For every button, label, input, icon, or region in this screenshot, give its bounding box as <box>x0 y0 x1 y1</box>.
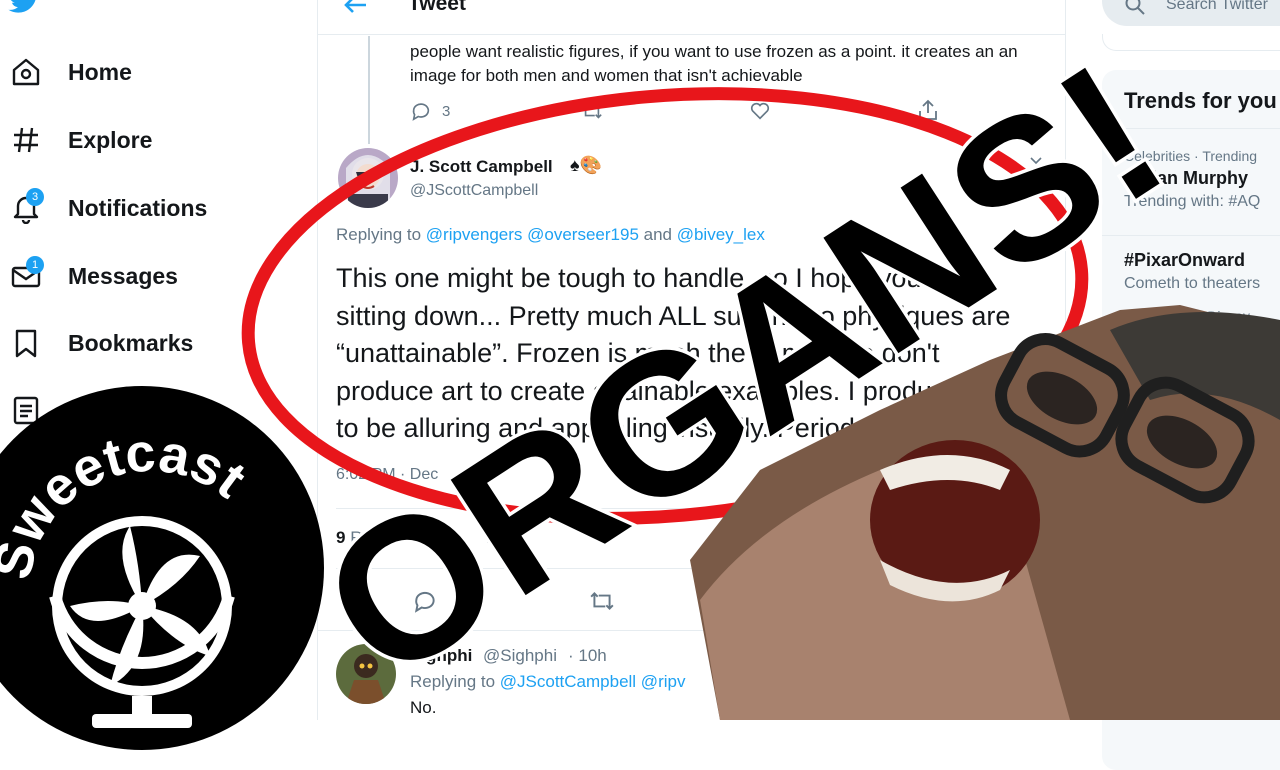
reply-button[interactable] <box>412 588 448 614</box>
divider <box>1102 235 1280 236</box>
messages-badge: 1 <box>26 256 44 274</box>
right-sidebar: Search Twitter Trends for you Celebritie… <box>1066 0 1280 770</box>
divider <box>318 630 1065 631</box>
sidebar-item-label: Home <box>68 58 132 85</box>
author-name-emoji: ♠🎨 <box>570 155 602 175</box>
trends-title: Trends for you <box>1124 88 1277 113</box>
search-results-edge <box>1102 34 1280 51</box>
tweet-stats: 9 Retweets Likes <box>336 528 526 548</box>
retweet-button[interactable] <box>580 100 614 122</box>
heart-icon <box>750 102 770 120</box>
retweet-count[interactable]: 9 <box>336 528 345 547</box>
retweet-icon <box>590 592 614 610</box>
sidebar-item-label: Bookmarks <box>68 329 194 356</box>
sidebar-item-label: Messages <box>68 262 178 289</box>
reply-author-handle[interactable]: @Sighphi <box>483 646 557 666</box>
retweet-button[interactable] <box>588 588 626 614</box>
sidebar-item-label: Notifications <box>68 194 208 221</box>
divider <box>336 568 1046 569</box>
sweetcast-logo: Sweetcast <box>0 386 324 750</box>
page-title: Tweet <box>408 0 466 15</box>
sidebar-item-label: Explore <box>68 126 153 153</box>
previous-tweet-text: people want realistic figures, if you wa… <box>410 42 1018 85</box>
home-icon <box>10 56 42 88</box>
notification-badge: 3 <box>26 188 44 206</box>
trends-panel: Trends for you Celebrities · Trending Ci… <box>1102 70 1280 770</box>
reply-button[interactable]: 3 <box>410 100 450 122</box>
thread-line <box>368 36 370 144</box>
likes-label[interactable]: Likes <box>486 528 526 547</box>
promoted-label: Promoted by Disney <box>1124 308 1250 324</box>
sidebar-item-explore[interactable]: Explore <box>10 120 152 160</box>
replying-to: Replying to @ripvengers @overseer195 and… <box>336 225 765 245</box>
twitter-logo-icon[interactable] <box>4 0 44 23</box>
retweet-icon <box>582 103 602 119</box>
trend-item[interactable]: #PixarOnward Cometh to theaters <box>1124 246 1260 293</box>
search-input[interactable]: Search Twitter <box>1102 0 1280 26</box>
tweet-body: This one might be tough to handle, so I … <box>336 263 1011 443</box>
reply-author-name[interactable]: Sighphi <box>410 646 472 666</box>
sidebar-item-notifications[interactable]: 3 Notifications <box>10 188 207 228</box>
trend-category: Celebrities · Trending <box>1124 148 1258 164</box>
trend-subtext: Cometh to theaters <box>1124 275 1261 292</box>
replying-to-last-handle[interactable]: @bivey_lex <box>677 225 765 244</box>
trend-subtext: Trending with: #AQ <box>1124 193 1261 210</box>
hashtag-icon <box>10 124 42 156</box>
promoted-text: Promoted by Disney <box>1124 308 1251 324</box>
replying-to-handles[interactable]: @JScottCampbell @ripv <box>500 672 686 691</box>
chevron-down-icon[interactable] <box>1028 152 1044 173</box>
author-handle[interactable]: @JScottCampbell <box>410 182 538 200</box>
replying-to-and: and <box>638 225 677 244</box>
share-button[interactable] <box>916 98 950 122</box>
search-placeholder: Search Twitter <box>1166 0 1268 13</box>
bell-icon: 3 <box>10 188 44 225</box>
search-icon <box>1124 0 1146 21</box>
trend-item[interactable]: Celebrities · Trending Cillian Murphy Tr… <box>1124 148 1260 211</box>
replying-to-label: Replying to <box>410 672 500 691</box>
tweet-timestamp[interactable]: 6:02 PM · Dec <box>336 466 438 484</box>
tweet-header: Tweet <box>318 0 1065 35</box>
bookmark-icon <box>10 327 42 359</box>
reply-time[interactable]: · 10h <box>568 646 607 666</box>
avatar[interactable] <box>336 644 396 704</box>
reply-icon <box>414 591 435 613</box>
author-name[interactable]: J. Scott Campbell <box>410 157 553 177</box>
avatar[interactable] <box>338 148 398 208</box>
trend-name: Cillian Murphy <box>1124 168 1249 188</box>
sidebar-item-bookmarks[interactable]: Bookmarks <box>10 323 193 363</box>
back-arrow-icon[interactable] <box>340 0 370 25</box>
sidebar-item-home[interactable]: Home <box>10 52 132 92</box>
replying-to-label: Replying to <box>336 225 426 244</box>
sidebar-item-messages[interactable]: 1 Messages <box>10 256 178 296</box>
divider <box>336 508 1046 509</box>
like-button[interactable] <box>748 100 782 122</box>
reply-count: 3 <box>442 102 451 120</box>
retweet-label[interactable]: Retweets <box>350 528 421 547</box>
divider <box>1102 128 1280 129</box>
reply-replying-to: Replying to @JScottCampbell @ripv <box>410 672 685 692</box>
mail-icon: 1 <box>10 256 44 292</box>
trend-name: #PixarOnward <box>1124 250 1246 270</box>
main-column: Tweet people want realistic figures, if … <box>318 0 1065 720</box>
reply-icon <box>412 103 430 121</box>
reply-text: No. <box>410 698 437 717</box>
replying-to-handles[interactable]: @ripvengers @overseer195 <box>426 225 639 244</box>
share-icon <box>919 99 937 120</box>
